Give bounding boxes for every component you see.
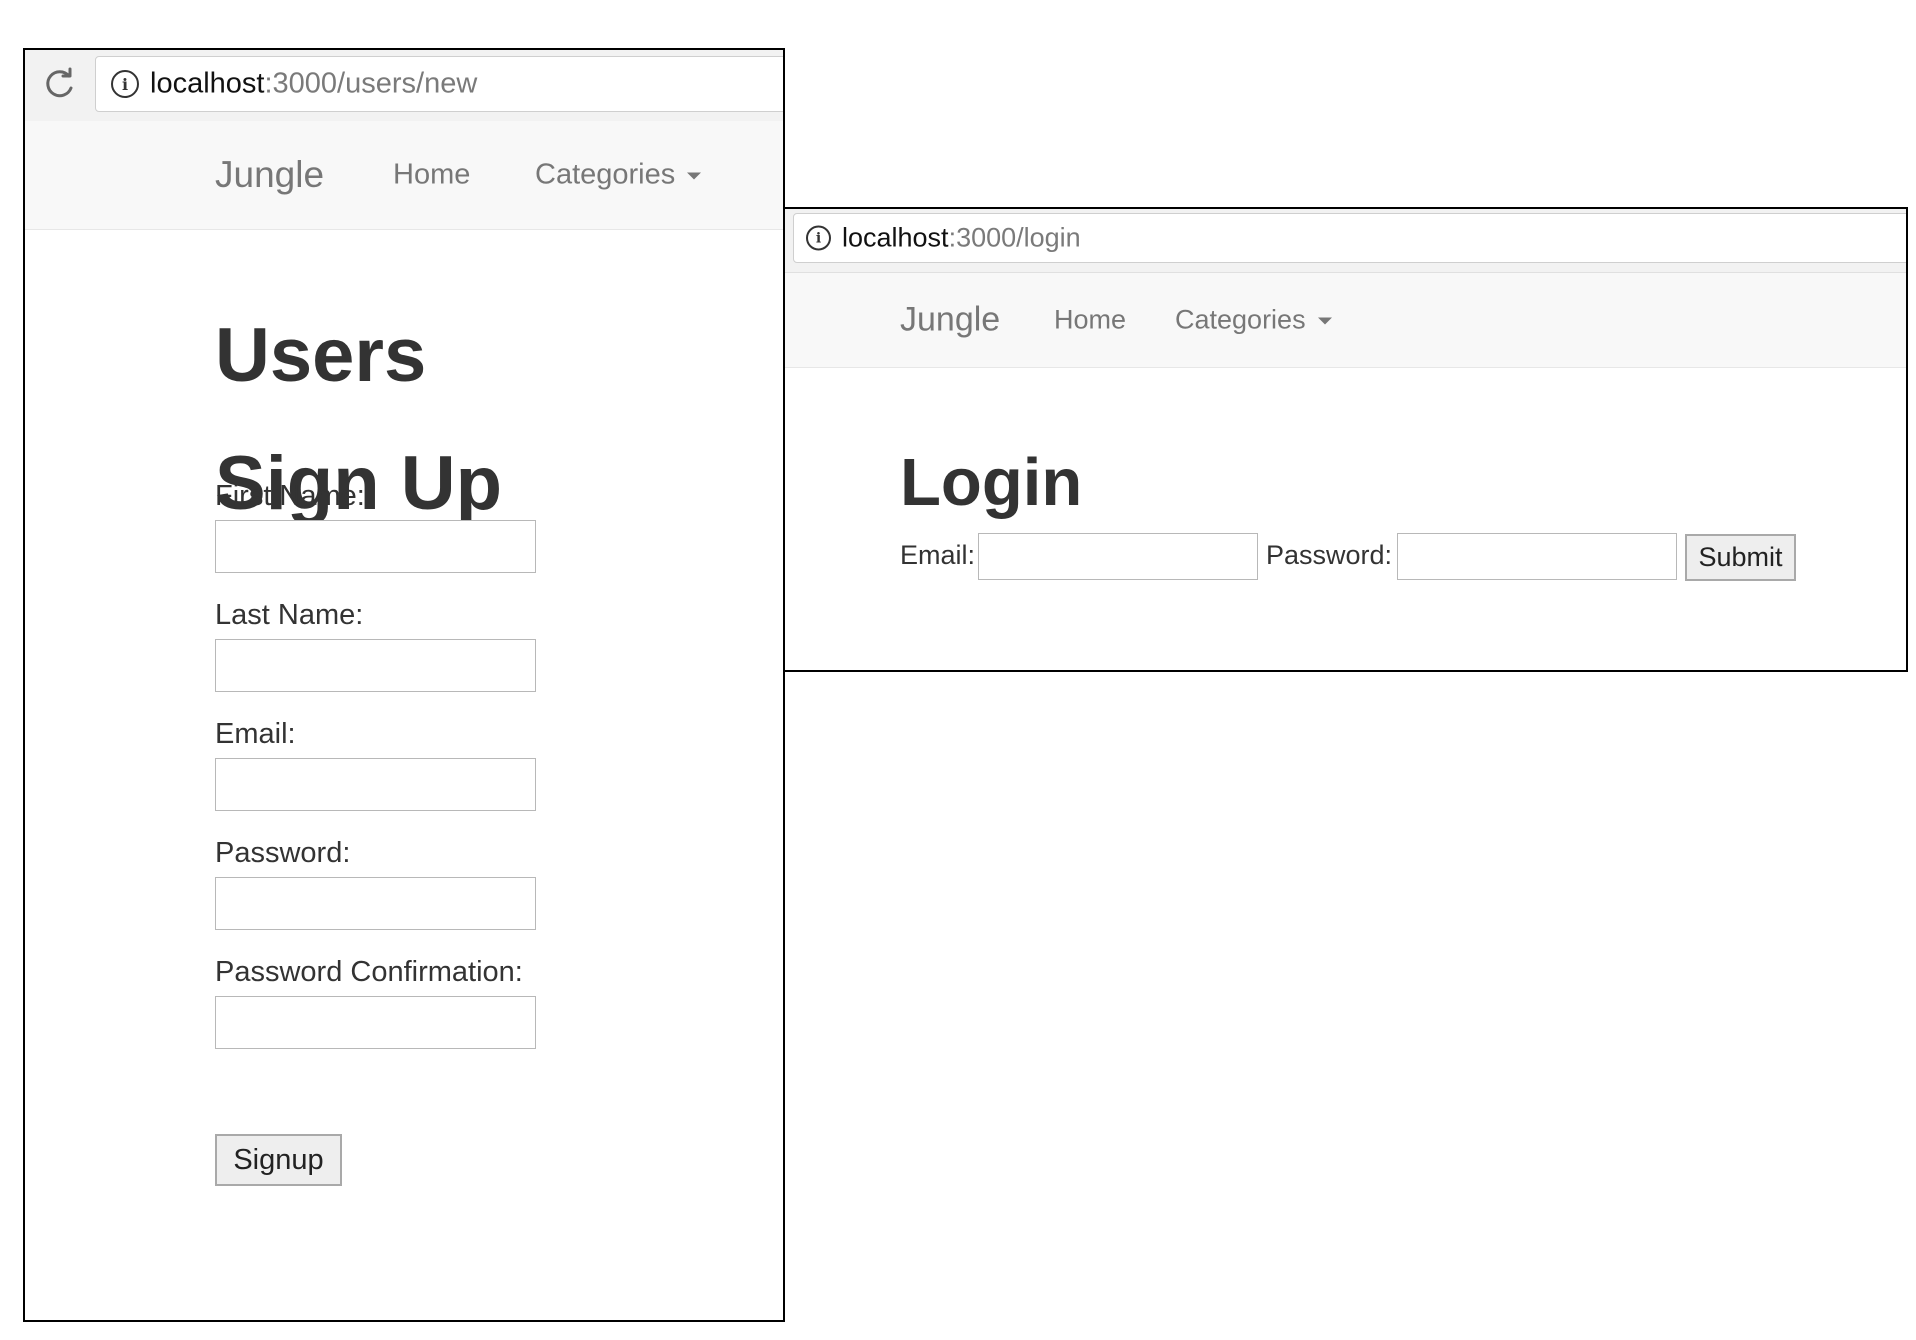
- last-name-label: Last Name:: [215, 599, 364, 631]
- nav-home-link[interactable]: Home: [393, 159, 470, 192]
- email-input[interactable]: [215, 758, 536, 811]
- password-input[interactable]: [215, 877, 536, 930]
- url-path: :3000/users/new: [264, 67, 478, 100]
- password-label: Password:: [215, 837, 351, 869]
- reload-icon[interactable]: [39, 64, 79, 104]
- info-icon[interactable]: i: [806, 225, 831, 251]
- password-confirmation-label: Password Confirmation:: [215, 956, 523, 988]
- nav-brand[interactable]: Jungle: [900, 301, 1000, 340]
- url-host: localhost: [842, 222, 949, 253]
- password-confirmation-input[interactable]: [215, 996, 536, 1049]
- signup-button[interactable]: Signup: [215, 1134, 342, 1186]
- email-input[interactable]: [978, 533, 1258, 580]
- email-label: Email:: [215, 718, 296, 750]
- login-browser-window: i localhost:3000/login Jungle Home Categ…: [785, 207, 1908, 672]
- caret-down-icon: [1317, 317, 1332, 325]
- nav-brand[interactable]: Jungle: [215, 154, 324, 196]
- signup-browser-window: i localhost:3000/users/new Jungle Home C…: [23, 48, 785, 1322]
- info-icon[interactable]: i: [111, 70, 139, 98]
- url-text: localhost:3000/login: [842, 223, 1081, 254]
- url-path: :3000/login: [948, 222, 1081, 253]
- nav-categories-dropdown[interactable]: Categories: [535, 158, 702, 192]
- caret-down-icon: [687, 172, 702, 180]
- url-host: localhost: [150, 67, 265, 100]
- url-text: localhost:3000/users/new: [150, 68, 477, 101]
- nav-categories-label: Categories: [1175, 304, 1306, 335]
- submit-button[interactable]: Submit: [1685, 534, 1796, 581]
- email-label: Email:: [900, 540, 976, 570]
- page-title: Users: [215, 313, 427, 398]
- first-name-input[interactable]: [215, 520, 536, 573]
- password-input[interactable]: [1397, 533, 1677, 580]
- browser-toolbar: i localhost:3000/login: [785, 209, 1906, 273]
- password-label: Password:: [1266, 540, 1393, 570]
- first-name-label: First Name:: [215, 480, 365, 512]
- nav-categories-dropdown[interactable]: Categories: [1175, 305, 1332, 336]
- browser-toolbar: i localhost:3000/users/new: [25, 50, 783, 122]
- site-navbar: Jungle Home Categories: [785, 272, 1906, 368]
- nav-categories-label: Categories: [535, 158, 676, 191]
- address-bar[interactable]: i localhost:3000/users/new: [95, 56, 783, 112]
- address-bar[interactable]: i localhost:3000/login: [793, 213, 1906, 263]
- nav-home-link[interactable]: Home: [1054, 305, 1126, 336]
- last-name-input[interactable]: [215, 639, 536, 692]
- page-title: Login: [900, 445, 1083, 520]
- site-navbar: Jungle Home Categories: [25, 121, 783, 230]
